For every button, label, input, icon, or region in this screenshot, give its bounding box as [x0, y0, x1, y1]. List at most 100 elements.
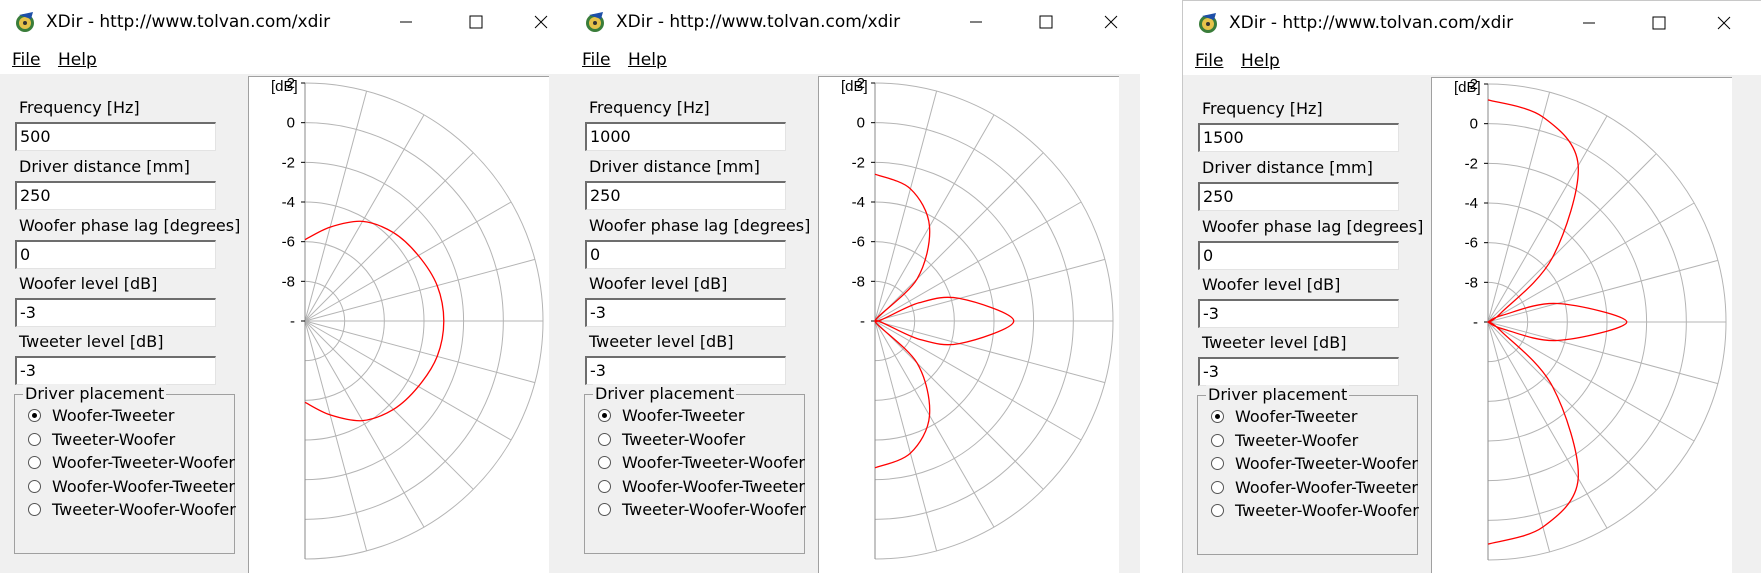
menu-file[interactable]: File	[1195, 51, 1223, 71]
placement-option-label: Woofer-Woofer-Tweeter	[622, 476, 806, 496]
polar-spoke	[874, 320, 1044, 490]
polar-spoke	[304, 320, 536, 384]
tick-label: -2	[282, 154, 295, 171]
polar-spoke	[1487, 321, 1719, 385]
tweeter-level-input[interactable]: -3	[15, 356, 216, 385]
driver-distance-label: Driver distance [mm]	[19, 157, 190, 176]
polar-spoke	[304, 320, 368, 552]
radio-button-icon[interactable]	[28, 432, 41, 446]
tick-label: 0	[857, 115, 865, 132]
frequency-label: Frequency [Hz]	[1202, 99, 1323, 118]
placement-option-label: Woofer-Woofer-Tweeter	[52, 476, 236, 496]
radio-button-icon[interactable]	[598, 409, 611, 422]
placement-option-label: Tweeter-Woofer	[52, 429, 176, 449]
maximize-icon[interactable]	[1645, 9, 1673, 37]
minimize-icon[interactable]	[1575, 9, 1603, 37]
woofer-level-input[interactable]: -3	[585, 298, 786, 327]
driver-distance-input[interactable]: 250	[585, 181, 786, 210]
menu-file[interactable]: File	[582, 50, 610, 70]
xdir-app-icon	[16, 12, 34, 32]
polar-spoke	[1487, 321, 1695, 442]
woofer-phase-input[interactable]: 0	[585, 240, 786, 269]
minimize-icon[interactable]	[392, 8, 420, 36]
tick-label: 0	[1470, 116, 1478, 133]
frequency-label: Frequency [Hz]	[589, 98, 710, 117]
woofer-phase-label: Woofer phase lag [degrees]	[1202, 217, 1424, 236]
driver-distance-input[interactable]: 250	[1198, 182, 1399, 211]
menu-help[interactable]: Help	[58, 50, 97, 70]
maximize-icon[interactable]	[462, 8, 490, 36]
polar-spoke	[874, 320, 938, 552]
window-title: XDir - http://www.tolvan.com/xdir	[46, 12, 331, 32]
woofer-level-input[interactable]: -3	[15, 298, 216, 327]
placement-option-label: Woofer-Woofer-Tweeter	[1235, 477, 1419, 497]
close-icon[interactable]	[527, 8, 555, 36]
title-bar[interactable]: XDir - http://www.tolvan.com/xdir	[570, 0, 1140, 44]
frequency-input[interactable]: 1000	[585, 122, 786, 151]
window-title: XDir - http://www.tolvan.com/xdir	[1229, 13, 1514, 33]
radio-button-icon[interactable]	[28, 456, 41, 469]
tweeter-level-input[interactable]: -3	[1198, 357, 1399, 386]
polar-plot: [dB] 2 0 -2 -4 -6 -8-	[818, 76, 1119, 573]
polar-spoke	[1487, 202, 1695, 323]
frequency-input[interactable]: 1500	[1198, 123, 1399, 152]
driver-placement-label: Driver placement	[1206, 385, 1350, 404]
radio-button-icon[interactable]	[1211, 457, 1224, 470]
tick-label: -6	[282, 234, 295, 251]
radio-button-icon[interactable]	[28, 503, 41, 516]
radio-button-icon[interactable]	[28, 409, 41, 422]
radio-button-icon[interactable]	[1211, 480, 1224, 494]
radio-button-icon[interactable]	[598, 432, 611, 446]
tick-label: -	[290, 313, 295, 330]
polar-spoke	[1487, 153, 1657, 323]
radio-button-icon[interactable]	[1211, 410, 1224, 423]
polar-plot: [dB] 2 0 -2 -4 -6 -8-	[248, 76, 549, 573]
radio-button-icon[interactable]	[598, 503, 611, 516]
tick-label: 2	[287, 77, 295, 92]
driver-placement-label: Driver placement	[23, 384, 167, 403]
tick-label: -4	[1465, 195, 1478, 212]
tick-label: -6	[852, 234, 865, 251]
driver-placement-group: Driver placement Woofer-Tweeter Tweeter-W…	[1197, 385, 1419, 555]
title-bar[interactable]: XDir - http://www.tolvan.com/xdir	[1183, 1, 1761, 45]
woofer-level-label: Woofer level [dB]	[19, 274, 158, 293]
driver-distance-input[interactable]: 250	[15, 181, 216, 210]
polar-spoke	[874, 90, 938, 322]
menu-help[interactable]: Help	[628, 50, 667, 70]
menu-file[interactable]: File	[12, 50, 40, 70]
tweeter-level-input[interactable]: -3	[585, 356, 786, 385]
polar-spoke	[1487, 115, 1608, 323]
radio-button-icon[interactable]	[28, 479, 41, 493]
tick-label: -8	[1465, 274, 1478, 291]
placement-option-label: Tweeter-Woofer	[622, 429, 746, 449]
close-icon[interactable]	[1710, 9, 1738, 37]
tick-label: -6	[1465, 235, 1478, 252]
radio-button-icon[interactable]	[598, 456, 611, 469]
menu-bar: File Help	[570, 44, 1140, 74]
radio-button-icon[interactable]	[598, 479, 611, 493]
radio-button-icon[interactable]	[1211, 504, 1224, 517]
main-content: Frequency [Hz] 1500 Driver distance [mm]…	[1183, 75, 1761, 573]
xdir-window-2: XDir - http://www.tolvan.com/xdir File H…	[570, 0, 1140, 573]
polar-spoke	[1487, 91, 1551, 323]
minimize-icon[interactable]	[962, 8, 990, 36]
radio-button-icon[interactable]	[1211, 433, 1224, 447]
placement-option-label: Tweeter-Woofer-Woofer	[52, 500, 236, 519]
woofer-phase-input[interactable]: 0	[15, 240, 216, 269]
polar-spoke	[304, 201, 512, 322]
polar-spoke	[304, 320, 474, 490]
woofer-level-input[interactable]: -3	[1198, 299, 1399, 328]
placement-option-label: Woofer-Tweeter-Woofer	[622, 453, 806, 472]
driver-placement-group: Driver placement Woofer-Tweeter Tweeter-W…	[584, 384, 806, 554]
driver-distance-label: Driver distance [mm]	[1202, 158, 1373, 177]
frequency-input[interactable]: 500	[15, 122, 216, 151]
close-icon[interactable]	[1097, 8, 1125, 36]
tick-label: 2	[1470, 78, 1478, 93]
main-content: Frequency [Hz] 500 Driver distance [mm] …	[0, 74, 570, 573]
menu-help[interactable]: Help	[1241, 51, 1280, 71]
title-bar[interactable]: XDir - http://www.tolvan.com/xdir	[0, 0, 570, 44]
woofer-level-label: Woofer level [dB]	[1202, 275, 1341, 294]
driver-placement-group: Driver placement Woofer-Tweeter Tweeter-W…	[14, 384, 236, 554]
woofer-phase-input[interactable]: 0	[1198, 241, 1399, 270]
maximize-icon[interactable]	[1032, 8, 1060, 36]
